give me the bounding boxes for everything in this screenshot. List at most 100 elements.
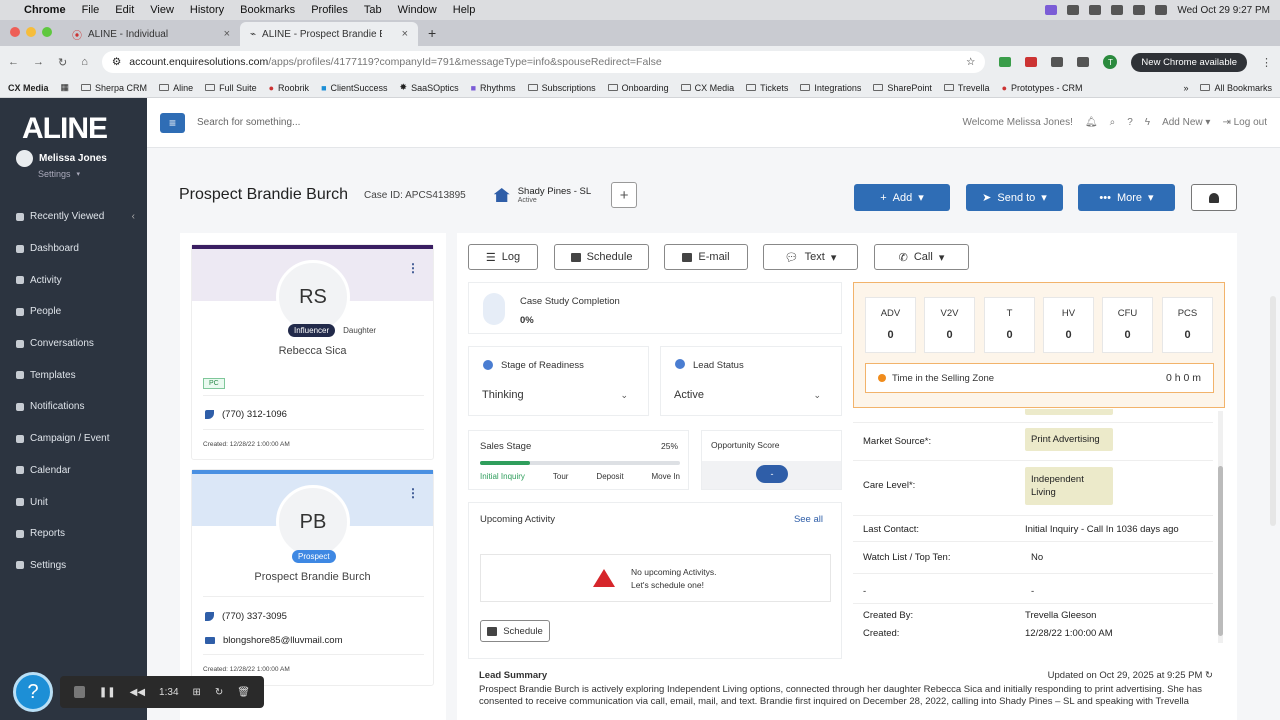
extension-icon[interactable] xyxy=(999,57,1012,67)
opportunity-score-button[interactable]: - xyxy=(756,465,788,483)
restart-icon[interactable]: ↻ xyxy=(215,687,223,698)
kebab-menu-icon[interactable]: ⋮ xyxy=(407,261,419,275)
bookmark-item[interactable]: ■ Rhythms xyxy=(471,83,516,93)
search-icon[interactable]: ⌕ xyxy=(1110,117,1116,128)
site-info-icon[interactable]: ⚙ xyxy=(112,56,121,68)
menu-file[interactable]: File xyxy=(82,4,100,16)
more-button[interactable]: ••• More ▾ xyxy=(1078,184,1175,211)
metric-v2v[interactable]: V2V 0 xyxy=(924,297,975,353)
extension-icon[interactable] xyxy=(1025,57,1038,67)
grid-icon[interactable]: ⊞ xyxy=(193,687,201,698)
send-to-button[interactable]: ➤ Send to ▾ xyxy=(966,184,1063,211)
contact-phone[interactable]: (770) 337-3095 xyxy=(205,611,287,622)
browser-tab[interactable]: ⦿ ALINE - Individual × xyxy=(62,22,240,46)
back-icon[interactable]: ← xyxy=(8,56,19,68)
menu-edit[interactable]: Edit xyxy=(115,4,134,16)
sidepanel-icon[interactable] xyxy=(1077,57,1090,67)
trash-icon[interactable]: 🗑︎ xyxy=(237,687,250,698)
sidebar-item-people[interactable]: People xyxy=(0,296,147,328)
all-bookmarks[interactable]: All Bookmarks xyxy=(1200,83,1272,93)
metric-pcs[interactable]: PCS 0 xyxy=(1162,297,1213,353)
forward-icon[interactable]: → xyxy=(33,56,44,68)
bookmark-item[interactable]: CX Media xyxy=(8,83,49,93)
apps-grid-icon[interactable]: ▦ xyxy=(61,82,70,93)
status-icon[interactable] xyxy=(1089,5,1102,15)
step-move-in[interactable]: Move In xyxy=(652,472,680,481)
email-button[interactable]: E-mail xyxy=(664,244,748,270)
kebab-menu-icon[interactable]: ⋮ xyxy=(407,486,419,500)
stage-of-readiness-card[interactable]: Stage of Readiness Thinking ⌄ xyxy=(468,346,649,416)
bookmark-item[interactable]: Full Suite xyxy=(205,83,257,93)
bell-icon[interactable]: 🔔︎ xyxy=(1085,117,1098,128)
log-button[interactable]: ☰ Log xyxy=(468,244,538,270)
sidebar-item-conversations[interactable]: Conversations xyxy=(0,328,147,360)
bookmark-item[interactable]: Integrations xyxy=(800,83,861,93)
minimize-window-icon[interactable] xyxy=(26,27,36,37)
browser-tab-active[interactable]: ⌁ ALINE - Prospect Brandie Bur × xyxy=(240,22,418,46)
sidebar-item-activity[interactable]: Activity xyxy=(0,264,147,296)
hamburger-menu-button[interactable]: ≡ xyxy=(160,112,185,133)
sidebar-item-settings[interactable]: Settings xyxy=(0,550,147,582)
chrome-update-button[interactable]: New Chrome available xyxy=(1131,52,1247,72)
extensions-icon[interactable] xyxy=(1051,57,1064,67)
lead-status-card[interactable]: Lead Status Active ⌄ xyxy=(660,346,842,416)
status-icon[interactable] xyxy=(1067,5,1080,15)
bookmark-item[interactable]: Tickets xyxy=(746,83,788,93)
bookmark-item[interactable]: Onboarding xyxy=(607,83,669,93)
address-bar[interactable]: ⚙ account.enquiresolutions.com/apps/prof… xyxy=(101,51,986,73)
step-deposit[interactable]: Deposit xyxy=(596,472,623,481)
new-tab-icon[interactable]: + xyxy=(428,25,436,41)
page-scrollbar[interactable] xyxy=(1270,296,1276,526)
schedule-button[interactable]: Schedule xyxy=(554,244,649,270)
sidebar-item-recently-viewed[interactable]: Recently Viewed ‹ xyxy=(0,201,147,233)
menu-history[interactable]: History xyxy=(190,4,224,16)
contact-phone[interactable]: (770) 312-1096 xyxy=(205,409,287,420)
bookmark-item[interactable]: Aline xyxy=(159,83,193,93)
bookmark-item[interactable]: ■ ClientSuccess xyxy=(321,83,387,93)
help-icon[interactable]: ? xyxy=(1127,117,1133,128)
close-window-icon[interactable] xyxy=(10,27,20,37)
bookmarks-overflow-icon[interactable]: » xyxy=(1183,83,1188,93)
pause-icon[interactable]: ❚❚ xyxy=(99,687,116,698)
menu-profiles[interactable]: Profiles xyxy=(311,4,348,16)
menu-bookmarks[interactable]: Bookmarks xyxy=(240,4,295,16)
bookmark-item[interactable]: SharePoint xyxy=(873,83,932,93)
step-initial-inquiry[interactable]: Initial Inquiry xyxy=(480,472,525,481)
metric-cfu[interactable]: CFU 0 xyxy=(1102,297,1153,353)
user-settings-link[interactable]: Settings xyxy=(38,169,71,179)
contact-name[interactable]: Rebecca Sica xyxy=(192,345,433,357)
bookmark-item[interactable]: CX Media xyxy=(680,83,734,93)
lightning-icon[interactable]: ϟ xyxy=(1145,117,1150,128)
community-selector[interactable]: Shady Pines - SL Active xyxy=(493,186,591,204)
help-icon[interactable]: ? xyxy=(13,672,53,712)
wifi-icon[interactable] xyxy=(1111,5,1124,15)
menu-window[interactable]: Window xyxy=(398,4,437,16)
refresh-icon[interactable]: ↻ xyxy=(1205,670,1213,681)
menu-tab[interactable]: Tab xyxy=(364,4,382,16)
global-search-input[interactable]: Search for something... xyxy=(197,117,962,128)
close-tab-icon[interactable]: × xyxy=(224,28,230,40)
bookmark-item[interactable]: Sherpa CRM xyxy=(81,83,147,93)
status-icon[interactable] xyxy=(1045,5,1058,15)
sidebar-item-templates[interactable]: Templates xyxy=(0,359,147,391)
step-tour[interactable]: Tour xyxy=(553,472,569,481)
stop-icon[interactable] xyxy=(74,686,85,698)
home-icon[interactable]: ⌂ xyxy=(81,56,88,68)
battery-icon[interactable] xyxy=(1133,5,1146,15)
add-new-dropdown[interactable]: Add New ▾ xyxy=(1162,117,1210,128)
details-scrollbar[interactable] xyxy=(1218,411,1223,643)
aline-logo[interactable]: ALINE xyxy=(0,98,147,148)
close-tab-icon[interactable]: × xyxy=(402,28,408,40)
sidebar-item-dashboard[interactable]: Dashboard xyxy=(0,233,147,265)
sidebar-item-notifications[interactable]: Notifications xyxy=(0,391,147,423)
add-community-button[interactable]: + xyxy=(611,182,638,208)
contact-email[interactable]: blongshore85@lluvmail.com xyxy=(205,635,342,646)
sidebar-item-unit[interactable]: Unit xyxy=(0,486,147,518)
metric-adv[interactable]: ADV 0 xyxy=(865,297,916,353)
notifications-button[interactable] xyxy=(1191,184,1237,211)
menu-help[interactable]: Help xyxy=(453,4,476,16)
menu-view[interactable]: View xyxy=(150,4,174,16)
bookmark-item[interactable]: Subscriptions xyxy=(527,83,596,93)
user-profile[interactable]: Melissa Jones xyxy=(0,148,147,169)
kebab-menu-icon[interactable]: ⋮ xyxy=(1261,56,1272,69)
